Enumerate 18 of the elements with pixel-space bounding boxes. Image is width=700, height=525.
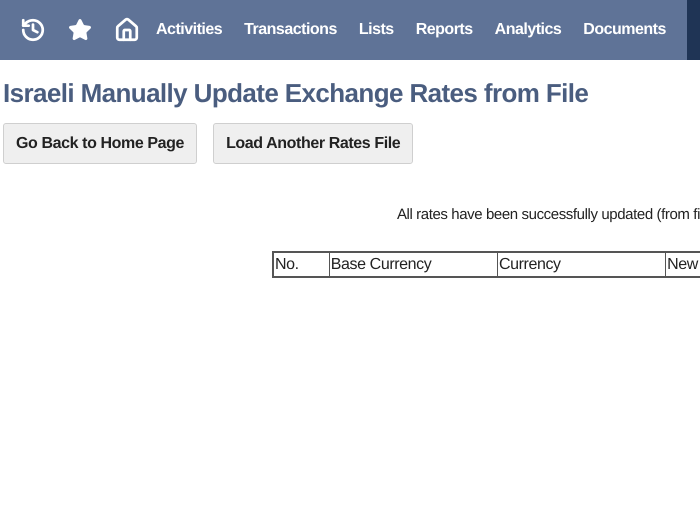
nav-menu-item[interactable]: Transactions [244,18,337,42]
nav-overflow-block [687,0,700,60]
nav-menu-item[interactable]: Reports [416,18,473,42]
nav-menu-item[interactable]: Lists [358,18,394,42]
home-icon[interactable] [114,17,140,43]
page-title: Israeli Manually Update Exchange Rates from File [3,77,590,109]
action-button[interactable]: Load Another Rates File [213,123,414,164]
column-header: New [666,254,700,274]
nav-menu-item[interactable]: Analytics [494,18,562,42]
nav-menu-item[interactable]: Documents [583,18,666,42]
column-header: Currency [498,252,666,276]
column-header: Base Currency [330,252,498,276]
star-icon[interactable] [68,18,92,42]
history-icon[interactable] [20,17,46,43]
column-header: No. [274,252,330,276]
status-message: All rates have been successfully updated (from fi [396,205,700,225]
action-button[interactable]: Go Back to Home Page [3,123,198,164]
nav-menu-item[interactable]: Activities [156,18,222,42]
